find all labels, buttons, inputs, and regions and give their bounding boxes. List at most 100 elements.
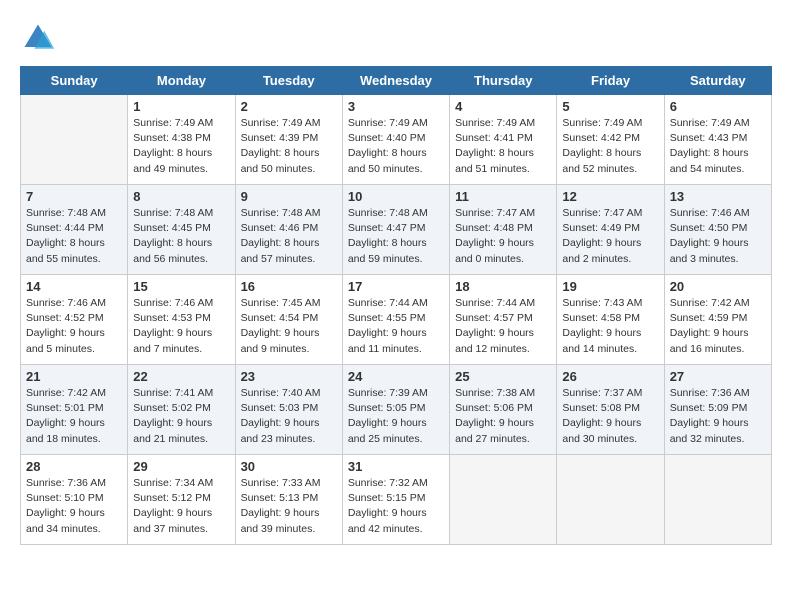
day-number: 21 — [26, 369, 122, 384]
day-info: Sunrise: 7:44 AMSunset: 4:55 PMDaylight:… — [348, 296, 444, 357]
calendar-cell: 4 Sunrise: 7:49 AMSunset: 4:41 PMDaylight… — [450, 95, 557, 185]
day-number: 13 — [670, 189, 766, 204]
day-number: 14 — [26, 279, 122, 294]
day-info: Sunrise: 7:42 AMSunset: 4:59 PMDaylight:… — [670, 296, 766, 357]
weekday-header-saturday: Saturday — [664, 67, 771, 95]
calendar-cell — [21, 95, 128, 185]
calendar-week-row: 14 Sunrise: 7:46 AMSunset: 4:52 PMDayligh… — [21, 275, 772, 365]
calendar-cell: 31 Sunrise: 7:32 AMSunset: 5:15 PMDayligh… — [342, 455, 449, 545]
calendar-cell: 7 Sunrise: 7:48 AMSunset: 4:44 PMDaylight… — [21, 185, 128, 275]
day-number: 29 — [133, 459, 229, 474]
day-number: 9 — [241, 189, 337, 204]
day-number: 8 — [133, 189, 229, 204]
calendar-cell: 3Sunrise: 7:49 AMSunset: 4:40 PMDaylight… — [342, 95, 449, 185]
day-info: Sunrise: 7:45 AMSunset: 4:54 PMDaylight:… — [241, 296, 337, 357]
day-info: Sunrise: 7:32 AMSunset: 5:15 PMDaylight:… — [348, 476, 444, 537]
header — [20, 20, 772, 56]
day-info: Sunrise: 7:48 AMSunset: 4:46 PMDaylight:… — [241, 206, 337, 267]
day-number: 24 — [348, 369, 444, 384]
calendar-cell: 21 Sunrise: 7:42 AMSunset: 5:01 PMDayligh… — [21, 365, 128, 455]
calendar-cell: 30 Sunrise: 7:33 AMSunset: 5:13 PMDayligh… — [235, 455, 342, 545]
calendar-cell: 2Sunrise: 7:49 AMSunset: 4:39 PMDaylight… — [235, 95, 342, 185]
day-info: Sunrise: 7:42 AMSunset: 5:01 PMDaylight:… — [26, 386, 122, 447]
day-number: 26 — [562, 369, 658, 384]
day-info: Sunrise: 7:49 AMSunset: 4:43 PMDaylight:… — [670, 116, 766, 177]
calendar-cell: 16 Sunrise: 7:45 AMSunset: 4:54 PMDayligh… — [235, 275, 342, 365]
calendar-cell: 12 Sunrise: 7:47 AMSunset: 4:49 PMDayligh… — [557, 185, 664, 275]
calendar-cell: 6 Sunrise: 7:49 AMSunset: 4:43 PMDaylight… — [664, 95, 771, 185]
day-number: 6 — [670, 99, 766, 114]
day-number: 20 — [670, 279, 766, 294]
day-number: 4 — [455, 99, 551, 114]
day-info: Sunrise: 7:46 AMSunset: 4:50 PMDaylight:… — [670, 206, 766, 267]
calendar-week-row: 1 Sunrise: 7:49 AMSunset: 4:38 PMDaylight… — [21, 95, 772, 185]
calendar-week-row: 28Sunrise: 7:36 AMSunset: 5:10 PMDayligh… — [21, 455, 772, 545]
day-number: 31 — [348, 459, 444, 474]
day-number: 12 — [562, 189, 658, 204]
calendar-cell: 19 Sunrise: 7:43 AMSunset: 4:58 PMDayligh… — [557, 275, 664, 365]
day-number: 30 — [241, 459, 337, 474]
day-info: Sunrise: 7:34 AMSunset: 5:12 PMDaylight:… — [133, 476, 229, 537]
day-info: Sunrise: 7:44 AMSunset: 4:57 PMDaylight:… — [455, 296, 551, 357]
day-number: 19 — [562, 279, 658, 294]
day-number: 18 — [455, 279, 551, 294]
logo — [20, 20, 62, 56]
day-info: Sunrise: 7:47 AMSunset: 4:48 PMDaylight:… — [455, 206, 551, 267]
day-info: Sunrise: 7:48 AMSunset: 4:44 PMDaylight:… — [26, 206, 122, 267]
calendar-cell: 14 Sunrise: 7:46 AMSunset: 4:52 PMDayligh… — [21, 275, 128, 365]
day-info: Sunrise: 7:49 AMSunset: 4:38 PMDaylight:… — [133, 116, 229, 177]
calendar-cell — [557, 455, 664, 545]
calendar-cell: 10 Sunrise: 7:48 AMSunset: 4:47 PMDayligh… — [342, 185, 449, 275]
weekday-header-monday: Monday — [128, 67, 235, 95]
day-number: 22 — [133, 369, 229, 384]
day-info: Sunrise: 7:49 AMSunset: 4:41 PMDaylight:… — [455, 116, 551, 177]
day-info: Sunrise: 7:46 AMSunset: 4:53 PMDaylight:… — [133, 296, 229, 357]
day-number: 2 — [241, 99, 337, 114]
logo-icon — [20, 20, 56, 56]
weekday-header-friday: Friday — [557, 67, 664, 95]
day-info: Sunrise: 7:37 AMSunset: 5:08 PMDaylight:… — [562, 386, 658, 447]
weekday-header-tuesday: Tuesday — [235, 67, 342, 95]
calendar-table: SundayMondayTuesdayWednesdayThursdayFrid… — [20, 66, 772, 545]
day-info: Sunrise: 7:49 AMSunset: 4:40 PMDaylight:… — [348, 116, 444, 177]
calendar-cell: 17 Sunrise: 7:44 AMSunset: 4:55 PMDayligh… — [342, 275, 449, 365]
day-info: Sunrise: 7:43 AMSunset: 4:58 PMDaylight:… — [562, 296, 658, 357]
day-number: 5 — [562, 99, 658, 114]
calendar-week-row: 7 Sunrise: 7:48 AMSunset: 4:44 PMDaylight… — [21, 185, 772, 275]
day-info: Sunrise: 7:40 AMSunset: 5:03 PMDaylight:… — [241, 386, 337, 447]
day-number: 10 — [348, 189, 444, 204]
calendar-cell: 18 Sunrise: 7:44 AMSunset: 4:57 PMDayligh… — [450, 275, 557, 365]
calendar-cell: 24 Sunrise: 7:39 AMSunset: 5:05 PMDayligh… — [342, 365, 449, 455]
calendar-cell: 27 Sunrise: 7:36 AMSunset: 5:09 PMDayligh… — [664, 365, 771, 455]
day-number: 7 — [26, 189, 122, 204]
day-info: Sunrise: 7:36 AMSunset: 5:09 PMDaylight:… — [670, 386, 766, 447]
day-number: 16 — [241, 279, 337, 294]
calendar-cell: 22Sunrise: 7:41 AMSunset: 5:02 PMDayligh… — [128, 365, 235, 455]
day-info: Sunrise: 7:47 AMSunset: 4:49 PMDaylight:… — [562, 206, 658, 267]
calendar-cell: 11Sunrise: 7:47 AMSunset: 4:48 PMDayligh… — [450, 185, 557, 275]
calendar-cell: 29 Sunrise: 7:34 AMSunset: 5:12 PMDayligh… — [128, 455, 235, 545]
day-number: 23 — [241, 369, 337, 384]
calendar-cell — [450, 455, 557, 545]
calendar-cell: 1 Sunrise: 7:49 AMSunset: 4:38 PMDaylight… — [128, 95, 235, 185]
calendar-cell: 26 Sunrise: 7:37 AMSunset: 5:08 PMDayligh… — [557, 365, 664, 455]
day-info: Sunrise: 7:36 AMSunset: 5:10 PMDaylight:… — [26, 476, 122, 537]
day-info: Sunrise: 7:48 AMSunset: 4:47 PMDaylight:… — [348, 206, 444, 267]
calendar-cell: 28Sunrise: 7:36 AMSunset: 5:10 PMDayligh… — [21, 455, 128, 545]
weekday-header-row: SundayMondayTuesdayWednesdayThursdayFrid… — [21, 67, 772, 95]
day-info: Sunrise: 7:38 AMSunset: 5:06 PMDaylight:… — [455, 386, 551, 447]
calendar-week-row: 21 Sunrise: 7:42 AMSunset: 5:01 PMDayligh… — [21, 365, 772, 455]
day-number: 17 — [348, 279, 444, 294]
calendar-cell: 13 Sunrise: 7:46 AMSunset: 4:50 PMDayligh… — [664, 185, 771, 275]
calendar-cell: 5Sunrise: 7:49 AMSunset: 4:42 PMDaylight… — [557, 95, 664, 185]
calendar-cell: 15 Sunrise: 7:46 AMSunset: 4:53 PMDayligh… — [128, 275, 235, 365]
day-number: 15 — [133, 279, 229, 294]
day-info: Sunrise: 7:39 AMSunset: 5:05 PMDaylight:… — [348, 386, 444, 447]
day-info: Sunrise: 7:33 AMSunset: 5:13 PMDaylight:… — [241, 476, 337, 537]
day-number: 1 — [133, 99, 229, 114]
day-number: 25 — [455, 369, 551, 384]
weekday-header-thursday: Thursday — [450, 67, 557, 95]
day-info: Sunrise: 7:46 AMSunset: 4:52 PMDaylight:… — [26, 296, 122, 357]
day-number: 27 — [670, 369, 766, 384]
weekday-header-wednesday: Wednesday — [342, 67, 449, 95]
